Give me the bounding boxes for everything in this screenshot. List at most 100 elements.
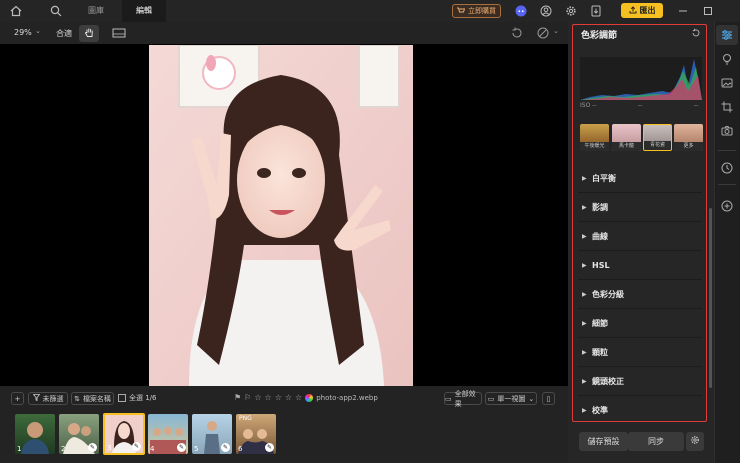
panel-toggle-button[interactable]: ▯ [542, 392, 555, 405]
select-all-checkbox[interactable]: 全選 1/6 [118, 393, 157, 403]
export-button[interactable]: 匯出 [621, 3, 663, 18]
thumbnail[interactable]: PNG 6 ✎ [236, 414, 276, 454]
edit-pencil-icon[interactable]: ✎ [88, 443, 97, 452]
tab-edit[interactable]: 編輯 [122, 0, 166, 22]
section-tone[interactable]: ▶ 影調 [578, 193, 702, 222]
section-white-balance[interactable]: ▶ 白平衡 [578, 164, 702, 193]
section-label: 曲線 [592, 231, 608, 241]
filter-dropdown[interactable]: 未篩選 [28, 392, 68, 405]
reject-flag-icon[interactable]: ⚐ [244, 393, 251, 402]
add-icon[interactable] [720, 199, 734, 213]
tab-gallery[interactable]: 圖庫 [76, 0, 116, 22]
edit-pencil-icon[interactable]: ✎ [221, 443, 230, 452]
section-color-grading[interactable]: ▶ 色彩分級 [578, 280, 702, 309]
effects-icon: ▭ [445, 394, 452, 403]
camera-icon[interactable] [720, 124, 734, 138]
panel-scrollbar[interactable] [709, 208, 712, 388]
discord-icon[interactable] [513, 3, 529, 19]
view-mode-dropdown[interactable]: ▭ 單一視圖 ⌄ [485, 392, 537, 405]
section-label: 色彩分級 [592, 289, 624, 299]
preset-more[interactable]: 更多 [674, 124, 703, 151]
edited-photo [149, 45, 413, 386]
image-canvas[interactable] [0, 44, 568, 386]
buy-now-button[interactable]: 立即購買 [452, 4, 501, 18]
section-grain[interactable]: ▶ 顆粒 [578, 338, 702, 367]
rotate-icon[interactable] [510, 26, 524, 40]
edit-pencil-icon[interactable]: ✎ [177, 443, 186, 452]
gear-icon[interactable] [563, 3, 579, 19]
star-icon[interactable]: ☆ [275, 393, 282, 402]
preset-warm-light[interactable]: 午後暖光 [580, 124, 609, 151]
star-icon[interactable]: ☆ [295, 393, 302, 402]
preset-label: 馬卡龍 [612, 142, 641, 151]
flag-icon[interactable]: ⚑ [234, 393, 241, 402]
history-icon[interactable] [720, 161, 734, 175]
all-effects-button[interactable]: ▭ 全部效果 [444, 390, 482, 408]
minimize-icon[interactable] [675, 3, 691, 19]
section-label: 顆粒 [592, 347, 608, 357]
iso-readout: ISO -- [580, 102, 597, 109]
preset-label: 更多 [674, 142, 703, 151]
section-detail[interactable]: ▶ 細節 [578, 309, 702, 338]
filter-label: 未篩選 [42, 394, 64, 403]
hand-tool-button[interactable] [79, 25, 99, 42]
section-calibration[interactable]: ▶ 校準 [578, 396, 702, 425]
rating-bar: ⚑ ⚐ ☆ ☆ ☆ ☆ ☆ photo-app2.webp [234, 393, 378, 402]
section-label: HSL [592, 260, 610, 270]
color-label-icon[interactable] [305, 393, 314, 402]
sort-label: 檔案名稱 [82, 394, 111, 403]
add-image-button[interactable]: + [11, 392, 24, 405]
section-label: 影調 [592, 202, 608, 212]
user-icon[interactable] [538, 3, 554, 19]
panel-title: 色彩調節 [581, 31, 618, 41]
zoom-level[interactable]: 29% [14, 28, 32, 37]
image-icon[interactable] [720, 76, 734, 90]
mask-icon[interactable] [536, 26, 550, 40]
maximize-icon[interactable] [700, 3, 716, 19]
caret-right-icon: ▶ [582, 203, 587, 211]
thumbnail[interactable]: 1 [15, 414, 55, 454]
sync-settings-button[interactable] [686, 432, 704, 451]
sidebar-divider [718, 184, 736, 185]
fit-button[interactable]: 合適 [56, 28, 72, 39]
mask-chevron-down-icon[interactable]: ⌄ [553, 27, 559, 35]
lightbulb-icon[interactable] [720, 52, 734, 66]
star-icon[interactable]: ☆ [285, 393, 292, 402]
star-icon[interactable]: ☆ [254, 393, 261, 402]
star-icon[interactable]: ☆ [265, 393, 272, 402]
edit-pencil-icon[interactable]: ✎ [132, 442, 141, 451]
buy-now-label: 立即購買 [468, 7, 496, 15]
reset-icon[interactable] [691, 28, 701, 38]
view-toolbar: 29% ⌄ 合適 ⌄ [0, 22, 568, 44]
search-icon[interactable] [48, 3, 64, 19]
select-all-label: 全選 1/6 [129, 394, 157, 402]
preset-blue-white-porcelain[interactable]: 青花瓷 [643, 124, 672, 151]
sort-dropdown[interactable]: ⇅ 檔案名稱 [71, 392, 114, 405]
preset-label: 青花瓷 [644, 141, 671, 150]
crop-icon[interactable] [720, 100, 734, 114]
sidebar-divider [718, 150, 736, 151]
home-icon[interactable] [8, 3, 24, 19]
zoom-chevron-down-icon[interactable]: ⌄ [35, 27, 41, 35]
preset-macaron[interactable]: 馬卡龍 [612, 124, 641, 151]
section-label: 鏡頭校正 [592, 376, 624, 386]
section-hsl[interactable]: ▶ HSL [578, 251, 702, 280]
sliders-icon[interactable] [720, 28, 734, 42]
shutter-readout: -- [638, 102, 643, 109]
thumbnail[interactable]: 5 ✎ [192, 414, 232, 454]
compare-icon[interactable] [112, 27, 126, 39]
sync-button[interactable]: 同步 [628, 432, 684, 451]
caret-right-icon: ▶ [582, 377, 587, 385]
save-preset-button[interactable]: 儲存預設 [579, 432, 628, 451]
thumbnail-selected[interactable]: 3 ✎ [103, 413, 145, 455]
section-curves[interactable]: ▶ 曲線 [578, 222, 702, 251]
update-icon[interactable] [588, 3, 604, 19]
thumbnail[interactable]: 4 ✎ [148, 414, 188, 454]
caret-right-icon: ▶ [582, 407, 587, 414]
checkbox-box [118, 394, 126, 402]
preset-label: 午後暖光 [580, 142, 609, 151]
edit-pencil-icon[interactable]: ✎ [265, 443, 274, 452]
thumbnail[interactable]: 2 ✎ [59, 414, 99, 454]
panel-icon: ▯ [546, 394, 551, 403]
section-lens-correction[interactable]: ▶ 鏡頭校正 [578, 367, 702, 396]
